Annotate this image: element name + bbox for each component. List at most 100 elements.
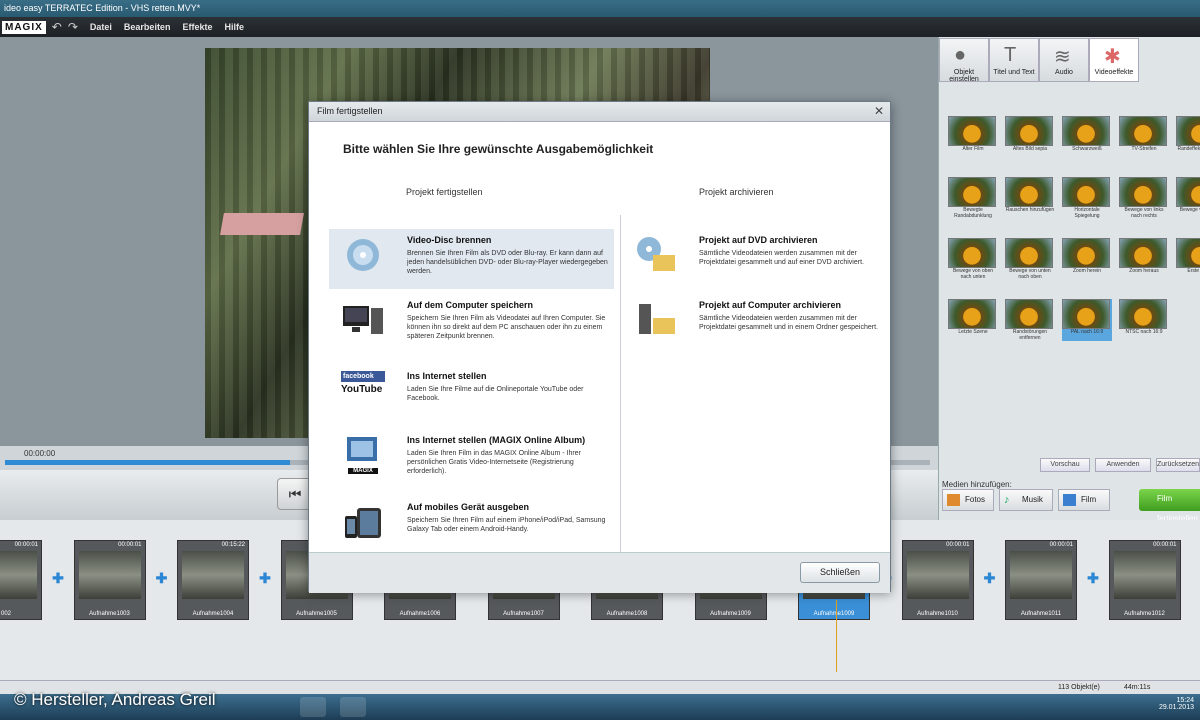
waveform-icon: ≋: [1054, 46, 1071, 68]
menu-effekte[interactable]: Effekte: [182, 22, 212, 32]
effect-item[interactable]: NTSC nach 16:9: [1119, 299, 1169, 341]
effect-thumbnail: [1062, 116, 1110, 146]
playhead[interactable]: [836, 600, 837, 672]
add-transition-icon[interactable]: ✚: [259, 571, 271, 585]
option-internet[interactable]: facebook YouTube Ins Internet stellen La…: [329, 365, 614, 425]
option-desc: Laden Sie Ihren Film in das MAGIX Online…: [407, 450, 581, 475]
object-count: 113 Objekt(e): [1058, 684, 1100, 691]
effect-item[interactable]: Rauschen hinzufügen: [1005, 177, 1055, 219]
add-transition-icon[interactable]: ✚: [1087, 571, 1099, 585]
clip-duration: 00:00:01: [14, 542, 38, 548]
effect-thumbnail: [1119, 238, 1167, 268]
zuruecksetzen-button[interactable]: Zurücksetzen: [1156, 458, 1200, 472]
effect-item[interactable]: Bewege von links nach rechts: [1119, 177, 1169, 219]
taskbar-app-icon[interactable]: [340, 697, 366, 717]
tab-audio[interactable]: ≋ Audio: [1039, 38, 1089, 82]
tab-titel-text[interactable]: T Titel und Text: [989, 38, 1039, 82]
effect-item[interactable]: Schwarzweiß: [1062, 116, 1112, 158]
option-mobiles-geraet[interactable]: Auf mobiles Gerät ausgeben Speichern Sie…: [329, 496, 614, 556]
effect-label: Randeffekt (Vignette): [1177, 146, 1200, 152]
film-button[interactable]: Film: [1058, 489, 1110, 511]
effect-item[interactable]: Altes Bild sepia: [1005, 116, 1055, 158]
effect-item[interactable]: TV-Streifen: [1119, 116, 1169, 158]
tab-label: Videoeffekte: [1094, 69, 1134, 76]
film-fertigstellen-button[interactable]: Film fertigstellen: [1139, 489, 1200, 523]
computer-icon: [343, 306, 383, 334]
clip-name: Aufnahme1005: [296, 611, 337, 617]
option-desc: Laden Sie Ihre Filme auf die Onlineporta…: [407, 386, 584, 402]
effect-thumbnail: [1062, 238, 1110, 268]
button-label: Musik: [1022, 495, 1043, 504]
option-title: Ins Internet stellen: [407, 371, 487, 381]
fotos-button[interactable]: Fotos: [942, 489, 994, 511]
effect-label: Alter Film: [962, 146, 984, 152]
effect-item[interactable]: Horizontale Spiegelung: [1062, 177, 1112, 219]
effect-item[interactable]: Zoom herein: [1062, 238, 1112, 280]
tab-label: Titel und Text: [993, 69, 1035, 76]
option-desc: Brennen Sie Ihren Film als DVD oder Blu-…: [407, 250, 608, 275]
media-label: Medien hinzufügen:: [942, 480, 1012, 489]
timeline-clip[interactable]: 00:00:01 Aufnahme1003: [73, 540, 146, 620]
tab-videoeffekte[interactable]: ✱ Videoeffekte: [1089, 38, 1139, 82]
menu-bearbeiten[interactable]: Bearbeiten: [124, 22, 171, 32]
time-display: 00:00:00: [24, 449, 56, 458]
timeline-clip[interactable]: 00:00:01 Aufnahme1010: [901, 540, 974, 620]
option-video-disc[interactable]: Video-Disc brennen Brennen Sie Ihren Fil…: [329, 229, 614, 289]
effect-item[interactable]: PAL nach 16:9: [1062, 299, 1112, 341]
effect-item[interactable]: Erste Szene: [1176, 238, 1200, 280]
sphere-icon: ●: [954, 44, 967, 66]
add-transition-icon[interactable]: ✚: [984, 571, 996, 585]
timeline-clip[interactable]: 00:00:01 Aufnahme1011: [1005, 540, 1077, 620]
effect-item[interactable]: Bewege von rechts: [1176, 177, 1200, 219]
menu-hilfe[interactable]: Hilfe: [224, 22, 244, 32]
effect-item[interactable]: Randstörungen entfernen: [1005, 299, 1055, 341]
magix-logo: MAGIX: [2, 20, 46, 34]
option-desc: Speichern Sie Ihren Film auf einem iPhon…: [407, 517, 606, 533]
effect-item[interactable]: Alter Film: [948, 116, 998, 158]
effect-item[interactable]: Bewege von unten nach oben: [1005, 238, 1055, 280]
option-dvd-archivieren[interactable]: Projekt auf DVD archivieren Sämtliche Vi…: [629, 229, 884, 289]
facebook-youtube-icon: facebook YouTube: [341, 371, 385, 411]
clip-thumbnail: [1010, 551, 1072, 599]
effect-thumbnail: [1005, 116, 1053, 146]
effect-label: PAL nach 16:9: [1070, 329, 1104, 335]
timeline-clip[interactable]: 00:00:01 Aufnahme1012: [1108, 540, 1181, 620]
close-icon[interactable]: ✕: [874, 104, 884, 118]
musik-button[interactable]: ♪ Musik: [999, 489, 1053, 511]
effect-thumbnail: [948, 299, 996, 329]
timeline-clip[interactable]: 00:15:22 Aufnahme1004: [177, 540, 249, 620]
clip-name: Aufnahme1007: [503, 611, 544, 617]
tab-objekt-einstellen[interactable]: ● Objekt einstellen: [939, 38, 989, 83]
effect-label: Letzte Szene: [958, 329, 988, 335]
vorschau-button[interactable]: Vorschau: [1040, 458, 1090, 472]
menu-datei[interactable]: Datei: [90, 22, 112, 32]
effect-item[interactable]: Zoom heraus: [1119, 238, 1169, 280]
effect-item[interactable]: Bewegte Randabdunklung: [948, 177, 998, 219]
effect-label: Zoom heraus: [1129, 268, 1159, 274]
add-transition-icon[interactable]: ✚: [52, 571, 64, 585]
column-header-archivieren: Projekt archivieren: [699, 187, 774, 197]
column-divider: [620, 215, 621, 558]
effect-item[interactable]: Bewege von oben nach unten: [948, 238, 998, 280]
effect-label: Randstörungen entfernen: [1012, 329, 1048, 341]
anwenden-button[interactable]: Anwenden: [1095, 458, 1151, 472]
effect-item[interactable]: Randeffekt (Vignette): [1176, 116, 1200, 158]
timeline-clip[interactable]: 00:00:01 002: [0, 540, 42, 620]
schliessen-button[interactable]: Schließen: [800, 562, 880, 583]
effect-label: Bewege von links nach rechts: [1124, 207, 1164, 219]
taskbar-app-icon[interactable]: [300, 697, 326, 717]
effect-thumbnail: [1119, 116, 1167, 146]
tab-label: Objekt einstellen: [949, 69, 979, 83]
clip-name: Aufnahme1009: [813, 611, 855, 617]
clip-thumbnail: [0, 551, 37, 599]
undo-icon[interactable]: ↶: [52, 20, 62, 34]
effect-thumbnail: [1062, 299, 1110, 329]
option-computer-speichern[interactable]: Auf dem Computer speichern Speichern Sie…: [329, 294, 614, 354]
music-icon: ♪: [1004, 494, 1010, 506]
option-computer-archivieren[interactable]: Projekt auf Computer archivieren Sämtlic…: [629, 294, 884, 354]
effect-item[interactable]: Letzte Szene: [948, 299, 998, 341]
option-magix-online-album[interactable]: MAGIX Ins Internet stellen (MAGIX Online…: [329, 429, 614, 489]
add-transition-icon[interactable]: ✚: [156, 571, 168, 585]
redo-icon[interactable]: ↷: [68, 20, 78, 34]
mobile-device-icon: [345, 508, 381, 538]
